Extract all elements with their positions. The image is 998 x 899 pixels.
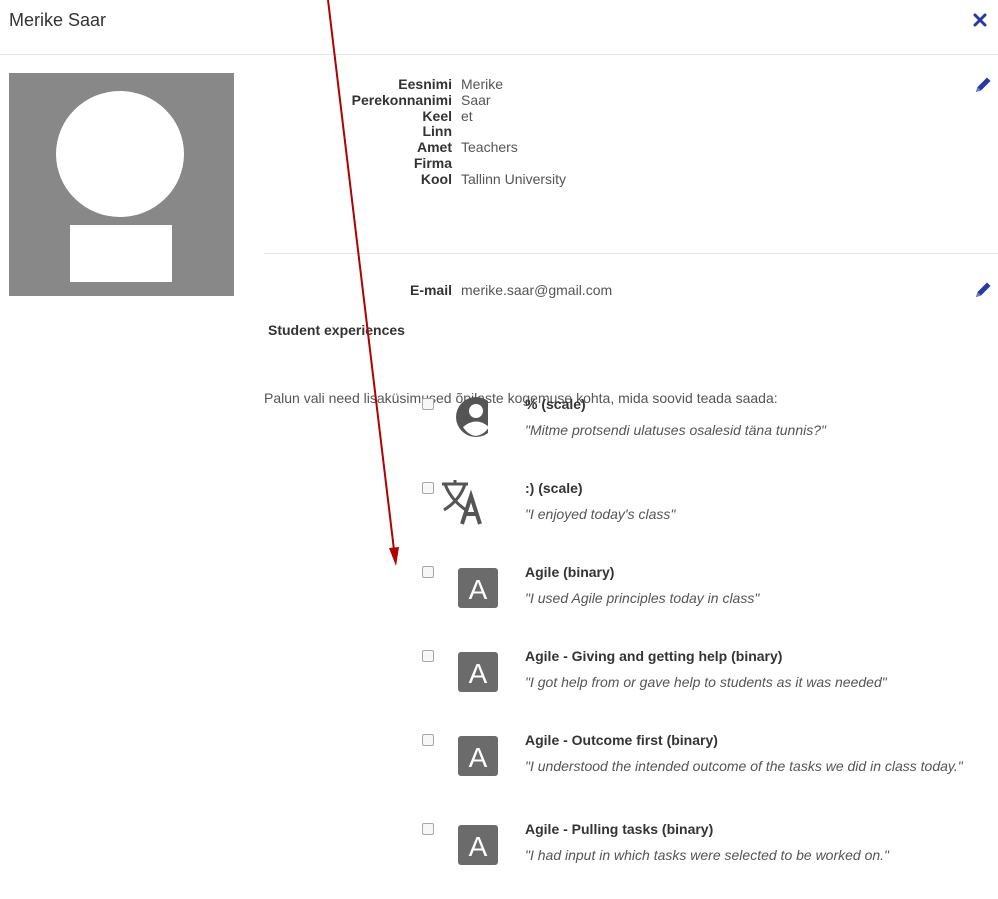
field-label: Eesnimi <box>398 76 452 92</box>
dialog-header: Merike Saar <box>0 0 998 55</box>
field-row-eesnimi: Eesnimi Merike <box>268 76 988 92</box>
close-button[interactable] <box>970 10 990 30</box>
letter-box: A <box>458 825 498 865</box>
field-value: Teachers <box>461 139 518 156</box>
experience-checkbox[interactable] <box>422 650 434 662</box>
experience-name: Agile - Outcome first (binary) <box>525 732 718 748</box>
field-row-keel: Keel et <box>268 108 988 124</box>
experience-item: A Agile (binary) "I used Agile principle… <box>418 562 998 642</box>
experience-description: "I had input in which tasks were selecte… <box>525 847 890 863</box>
profile-fields: Eesnimi Merike Perekonnanimi Saar Keel e… <box>268 76 988 187</box>
experience-checkbox[interactable] <box>422 734 434 746</box>
letter-a-icon: A <box>436 562 498 610</box>
letter-box: A <box>458 568 498 608</box>
field-row-linn: Linn <box>268 123 988 139</box>
field-row-firma: Firma <box>268 155 988 171</box>
field-row-perekonnanimi: Perekonnanimi Saar <box>268 92 988 108</box>
account-circle-icon <box>436 394 496 442</box>
experience-description: "Mitme protsendi ulatuses osalesid täna … <box>525 422 826 438</box>
experience-name: Agile - Giving and getting help (binary) <box>525 648 783 664</box>
email-value: merike.saar@gmail.com <box>461 282 613 298</box>
edit-profile-button[interactable] <box>972 74 994 96</box>
experience-description: "I understood the intended outcome of th… <box>525 758 963 774</box>
experience-item: A Agile - Outcome first (binary) "I unde… <box>418 730 998 810</box>
field-label: Amet <box>416 139 452 156</box>
experience-name: Agile - Pulling tasks (binary) <box>525 821 714 837</box>
experience-item: A Agile - Pulling tasks (binary) "I had … <box>418 819 998 899</box>
field-row-amet: Amet Teachers <box>268 139 988 155</box>
edit-email-button[interactable] <box>972 279 994 301</box>
field-label: Kool <box>420 170 452 187</box>
experience-item: % (scale) "Mitme protsendi ulatuses osal… <box>418 394 998 474</box>
field-label: Keel <box>422 107 452 124</box>
experience-item: A Agile - Giving and getting help (binar… <box>418 646 998 726</box>
letter-box: A <box>458 652 498 692</box>
field-value: et <box>461 107 473 124</box>
letter-a-icon: A <box>436 819 498 867</box>
letter-box: A <box>458 736 498 776</box>
experience-checkbox[interactable] <box>422 398 434 410</box>
experience-name: :) (scale) <box>525 480 583 496</box>
field-value: Saar <box>461 91 491 108</box>
pencil-icon <box>976 77 991 92</box>
experience-checkbox[interactable] <box>422 482 434 494</box>
pencil-icon <box>976 282 991 297</box>
close-icon <box>973 13 987 27</box>
section-divider <box>264 253 998 254</box>
experience-description: "I enjoyed today's class" <box>525 506 676 522</box>
student-experiences-title: Student experiences <box>268 322 405 338</box>
experience-name: % (scale) <box>525 396 586 412</box>
field-value: Tallinn University <box>461 170 567 187</box>
field-label: Linn <box>422 123 452 140</box>
letter-a-icon: A <box>436 730 498 778</box>
field-label: Firma <box>413 154 452 171</box>
experience-description: "I used Agile principles today in class" <box>525 590 760 606</box>
avatar <box>9 73 234 296</box>
dialog-title: Merike Saar <box>9 10 107 30</box>
avatar-head-shape <box>56 91 184 217</box>
experience-checkbox[interactable] <box>422 823 434 835</box>
translate-icon <box>436 478 488 526</box>
experience-description: "I got help from or gave help to student… <box>525 674 887 690</box>
email-label: E-mail <box>409 282 452 298</box>
experience-name: Agile (binary) <box>525 564 615 580</box>
field-row-kool: Kool Tallinn University <box>268 171 988 187</box>
letter-a-icon: A <box>436 646 498 694</box>
avatar-body-shape <box>70 225 172 282</box>
field-value: Merike <box>461 76 504 92</box>
experience-checkbox[interactable] <box>422 566 434 578</box>
experience-item: :) (scale) "I enjoyed today's class" <box>418 478 998 558</box>
field-label: Perekonnanimi <box>351 91 452 108</box>
